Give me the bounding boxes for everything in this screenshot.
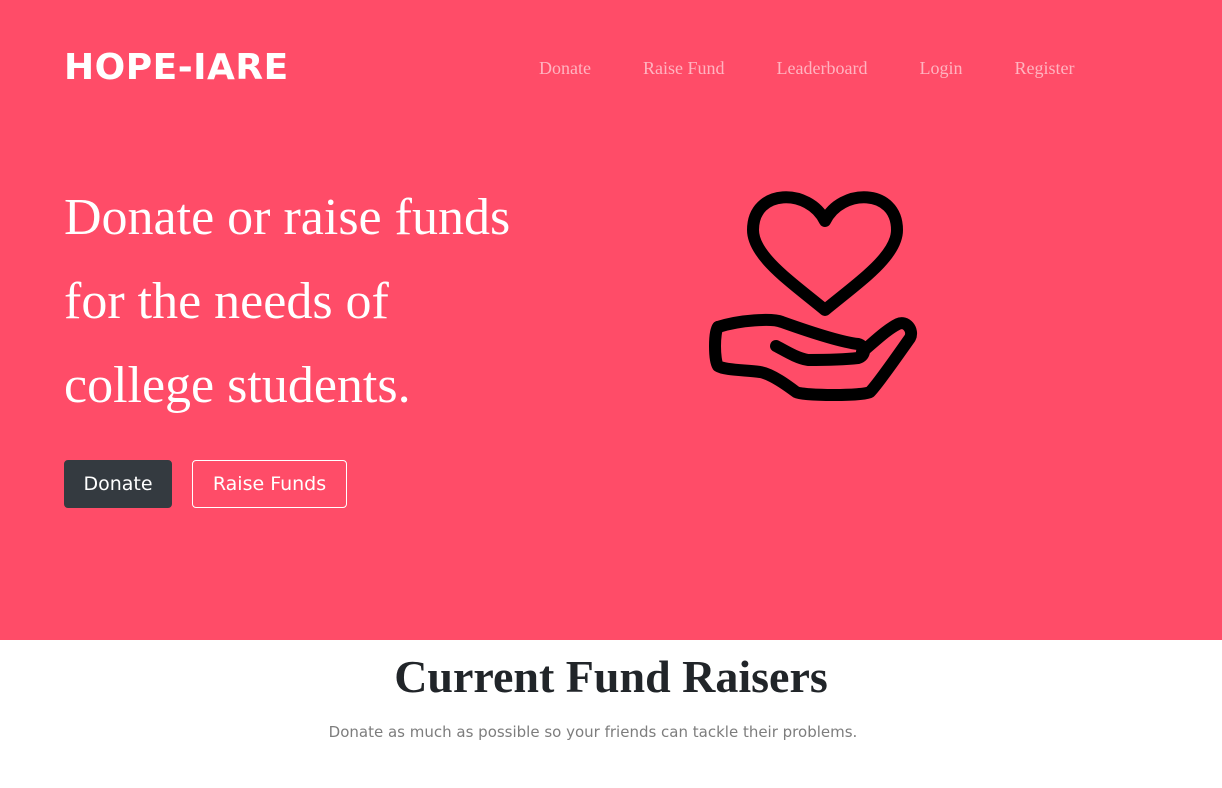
nav-link-leaderboard[interactable]: Leaderboard	[777, 56, 868, 80]
nav-link-login[interactable]: Login	[919, 56, 962, 80]
donate-button[interactable]: Donate	[64, 460, 172, 508]
hero-section: HOPE-IARE Donate Raise Fund Leaderboard …	[0, 0, 1222, 640]
hero-headline-line: for the needs of	[64, 273, 389, 330]
hero-headline-line: Donate or raise funds	[64, 189, 511, 246]
hero-headline-line: college students.	[64, 357, 411, 414]
nav-link-register[interactable]: Register	[1014, 56, 1074, 80]
nav-link-donate[interactable]: Donate	[539, 56, 591, 80]
section-subtitle: Donate as much as possible so your frien…	[328, 723, 858, 741]
hand-holding-heart-icon	[709, 191, 917, 401]
raise-funds-button[interactable]: Raise Funds	[192, 460, 347, 508]
hero-headline: Donate or raise funds for the needs of c…	[64, 176, 624, 428]
nav-link-raise-fund[interactable]: Raise Fund	[643, 56, 725, 80]
section-title: Current Fund Raisers	[394, 651, 828, 702]
brand-logo[interactable]: HOPE-IARE	[64, 46, 289, 90]
main-nav: Donate Raise Fund Leaderboard Login Regi…	[539, 56, 1074, 80]
heart-shape	[747, 191, 903, 316]
hand-shape	[712, 313, 870, 366]
